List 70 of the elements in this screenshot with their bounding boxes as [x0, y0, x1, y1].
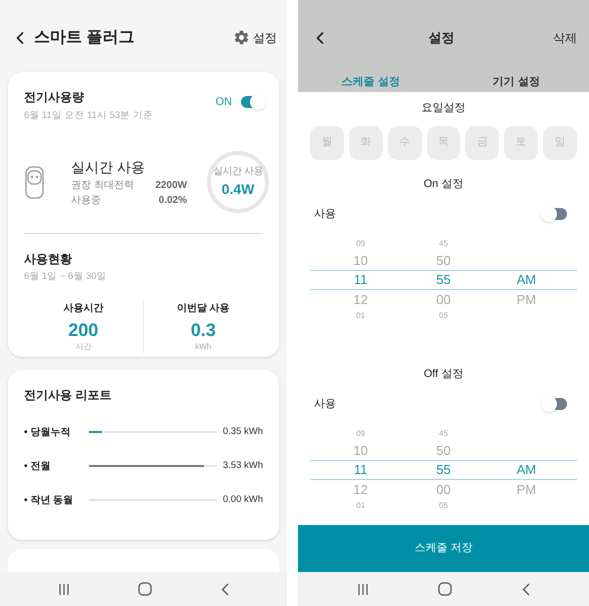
- picker-selected-value[interactable]: 11: [354, 460, 368, 480]
- settings-button[interactable]: 설정: [233, 28, 277, 46]
- section-title: 요일설정: [422, 101, 466, 116]
- picker-selected-value[interactable]: AM: [516, 270, 536, 290]
- report-value: 3.53 kWh: [222, 458, 263, 473]
- card-title: 전기사용량: [24, 89, 85, 106]
- picker-value: 09: [356, 238, 366, 250]
- enable-label: 사용: [314, 397, 336, 412]
- stat-label: 사용시간: [63, 302, 104, 316]
- gauge-label: 실시간 사용: [213, 165, 263, 180]
- recent-apps-icon[interactable]: [58, 584, 70, 594]
- page-title: 설정: [428, 28, 456, 47]
- picker-value: 10: [353, 252, 368, 270]
- report-value: 0.35 kWh: [222, 424, 263, 439]
- picker-value: 45: [439, 238, 448, 250]
- report-label: • 전월: [24, 460, 52, 474]
- picker-value: 50: [436, 252, 451, 270]
- back-icon[interactable]: [220, 582, 229, 596]
- back-icon[interactable]: [522, 582, 530, 596]
- stat-unit: 시간: [75, 340, 92, 352]
- section-title: Off 설정: [424, 366, 464, 382]
- tab[interactable]: 기기 설정: [444, 75, 589, 89]
- picker-value: 05: [439, 310, 448, 322]
- card-title: 전기사용 리포트: [24, 387, 112, 404]
- report-label: • 당월누적: [24, 426, 72, 440]
- stat-value: 0.02%: [158, 194, 187, 208]
- picker-value: 50: [436, 442, 451, 460]
- home-icon[interactable]: [138, 582, 152, 596]
- picker-value: 01: [356, 500, 366, 512]
- picker-value: PM: [516, 480, 536, 498]
- picker-value: 05: [439, 500, 448, 512]
- toggle-switch[interactable]: [241, 96, 263, 108]
- delete-button[interactable]: 삭제: [553, 28, 577, 46]
- section-title: 사용현황: [24, 251, 73, 268]
- section-title: On 설정: [424, 176, 464, 192]
- picker-selected-value[interactable]: 11: [354, 270, 368, 290]
- socket-icon: [25, 166, 44, 199]
- power-status: ON: [216, 95, 232, 110]
- picker-selected-value[interactable]: 55: [436, 460, 451, 480]
- home-icon[interactable]: [438, 582, 452, 596]
- picker-value: 12: [353, 290, 368, 308]
- stat-label: 사용중: [71, 194, 101, 208]
- stat-value: 200: [68, 320, 98, 340]
- save-schedule-button[interactable]: 스케줄 저장: [298, 525, 589, 572]
- tab[interactable]: 스케줄 설정: [298, 75, 444, 89]
- picker-value: 09: [356, 428, 366, 440]
- picker-value: 01: [356, 310, 366, 322]
- timestamp: 6월 11일 오전 11시 53분 기준: [24, 109, 153, 123]
- period: 6월 1일 ~ 6월 30일: [24, 270, 108, 284]
- picker-value: 45: [439, 428, 448, 440]
- stat-value: 0.3: [190, 320, 216, 340]
- enable-label: 사용: [314, 207, 336, 222]
- gauge-value: 0.4W: [222, 180, 254, 200]
- picker-selected-value[interactable]: 55: [436, 270, 451, 290]
- picker-value: 10: [353, 442, 368, 460]
- stat-value: 2200W: [155, 178, 187, 193]
- page-title: 스마트 플러그: [34, 28, 134, 48]
- recent-apps-icon[interactable]: [356, 584, 369, 594]
- picker-value: 00: [436, 290, 451, 308]
- picker-selected-value[interactable]: AM: [516, 460, 536, 480]
- report-label: • 작년 동월: [24, 494, 74, 508]
- settings-icon: [233, 29, 250, 46]
- stat-unit: kWh: [195, 340, 212, 352]
- picker-value: 00: [436, 480, 451, 498]
- picker-value: PM: [516, 290, 536, 308]
- report-value: 0.00 kWh: [222, 492, 263, 507]
- realtime-title: 실시간 사용: [71, 158, 146, 177]
- stat-label: 이번달 사용: [176, 302, 230, 316]
- stat-label: 권장 최대전력: [71, 178, 134, 193]
- picker-value: 12: [353, 480, 368, 498]
